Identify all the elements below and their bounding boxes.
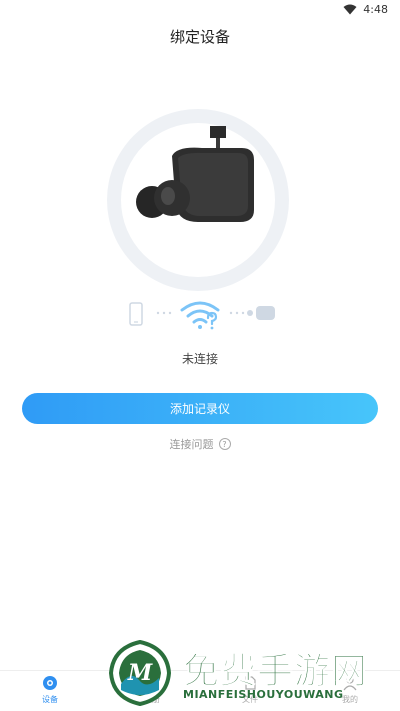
add-recorder-button[interactable]: 添加记录仪: [22, 393, 378, 424]
connection-help-label: 连接问题: [169, 438, 214, 451]
wifi-signal-icon: [343, 4, 357, 15]
status-icons: 4:48: [343, 3, 388, 16]
connection-diagram: [0, 296, 400, 332]
link-dots-icon: [229, 311, 245, 315]
help-icon: ?: [218, 438, 231, 450]
watermark-subtitle: MIANFEISHOUYOUWANG: [183, 688, 344, 701]
phone-icon: [129, 302, 143, 326]
watermark-logo: M: [109, 640, 171, 706]
watermark-title: 免费手游网: [182, 651, 369, 693]
link-dots-icon: [156, 311, 172, 315]
dashcam-image: [136, 126, 254, 222]
connection-status: 未连接: [181, 352, 218, 366]
svg-text:M: M: [127, 660, 153, 686]
page-title: 绑定设备: [169, 28, 230, 46]
site-watermark: M 免费手游网 MIANFEISHOUYOUWANG: [103, 638, 393, 708]
status-time: 4:48: [363, 3, 388, 16]
tab-label: 设备: [42, 695, 58, 704]
recorder-icon: [247, 306, 275, 320]
tab-device[interactable]: 设备: [20, 675, 80, 709]
connection-help-link[interactable]: 连接问题 ?: [0, 436, 400, 452]
status-bar: 4:48: [0, 0, 400, 20]
camera-icon: [43, 676, 57, 690]
wifi-question-icon: [180, 301, 220, 330]
